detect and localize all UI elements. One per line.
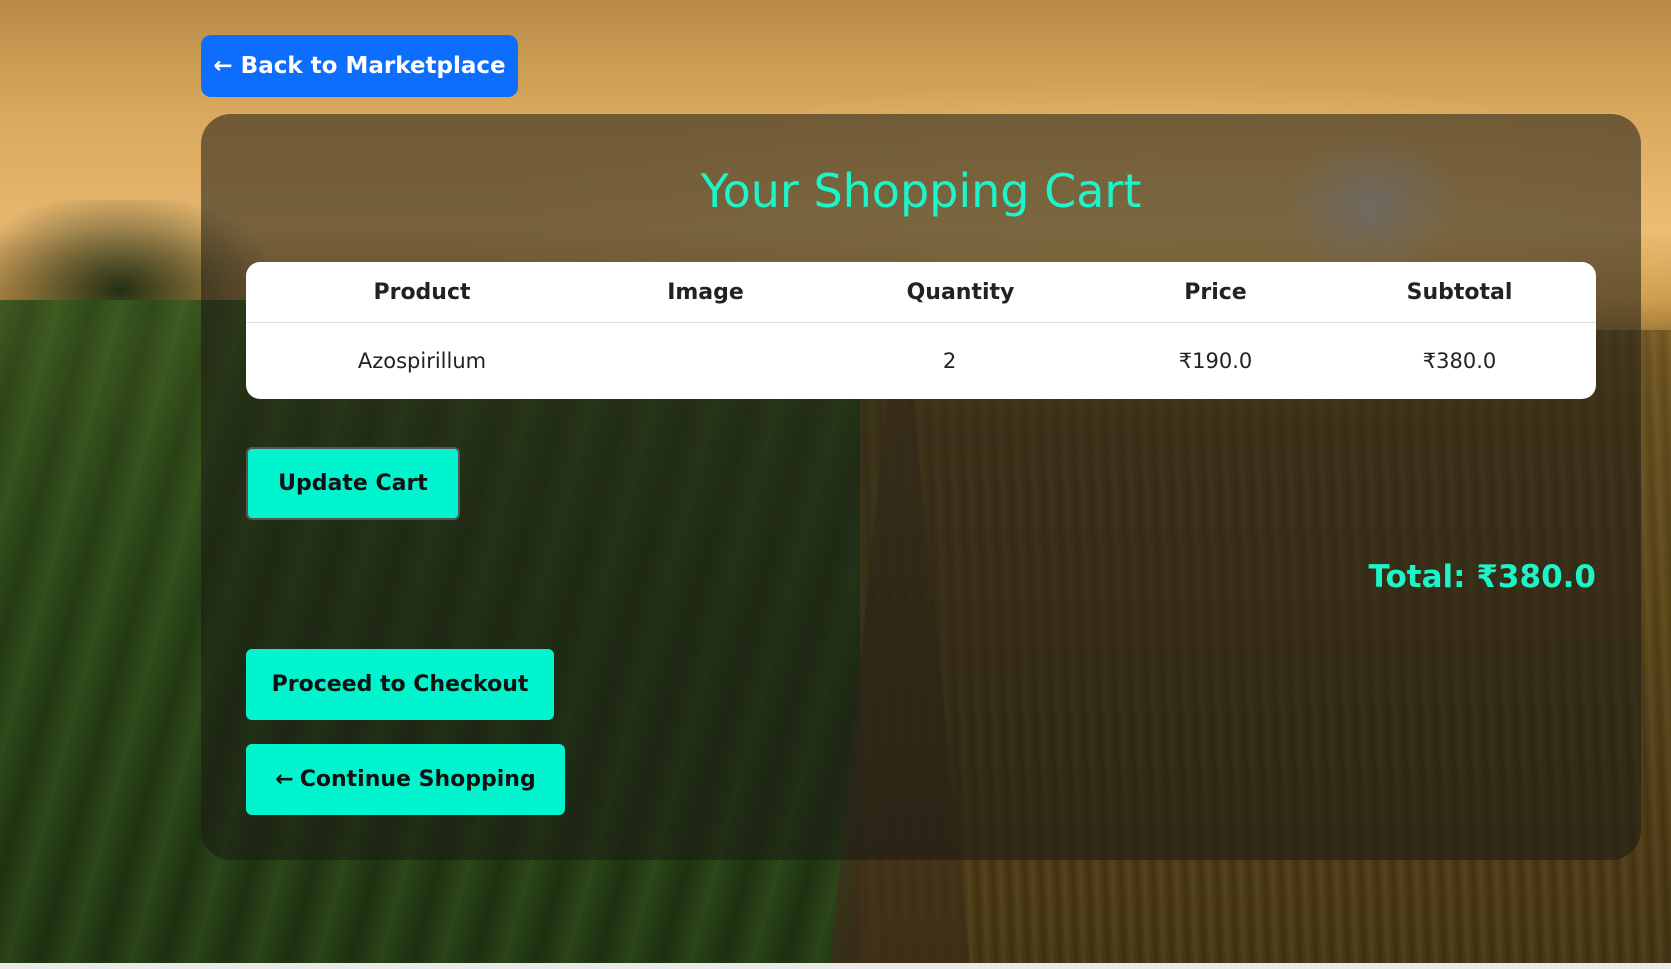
column-header-price: Price (1108, 262, 1323, 323)
bottom-edge (0, 963, 1671, 969)
cell-image (598, 323, 813, 400)
continue-shopping-button[interactable]: ← Continue Shopping (246, 744, 565, 815)
cell-quantity: 2 (813, 323, 1108, 400)
cart-total: Total: ₹380.0 (1368, 559, 1596, 595)
update-cart-button[interactable]: Update Cart (246, 447, 460, 520)
column-header-product: Product (246, 262, 598, 323)
page-title: Your Shopping Cart (700, 164, 1142, 218)
column-header-quantity: Quantity (813, 262, 1108, 323)
column-header-image: Image (598, 262, 813, 323)
table-header-row: Product Image Quantity Price Subtotal (246, 262, 1596, 323)
cell-price: ₹190.0 (1178, 349, 1253, 373)
continue-shopping-label: Continue Shopping (299, 767, 536, 792)
cart-panel: Your Shopping Cart Product Image Quantit… (201, 114, 1641, 860)
left-arrow-icon: ← (275, 767, 294, 792)
table-row: Azospirillum 2 ₹190.0 ₹380.0 (246, 323, 1596, 400)
proceed-to-checkout-button[interactable]: Proceed to Checkout (246, 649, 554, 720)
quantity-value: 2 (942, 349, 957, 373)
back-to-marketplace-label: Back to Marketplace (240, 53, 506, 79)
back-to-marketplace-button[interactable]: ← Back to Marketplace (201, 35, 518, 97)
cart-table: Product Image Quantity Price Subtotal Az… (246, 262, 1596, 399)
left-arrow-icon: ← (213, 53, 233, 79)
cell-subtotal: ₹380.0 (1422, 349, 1497, 373)
column-header-subtotal: Subtotal (1323, 262, 1596, 323)
cell-product: Azospirillum (357, 349, 487, 373)
